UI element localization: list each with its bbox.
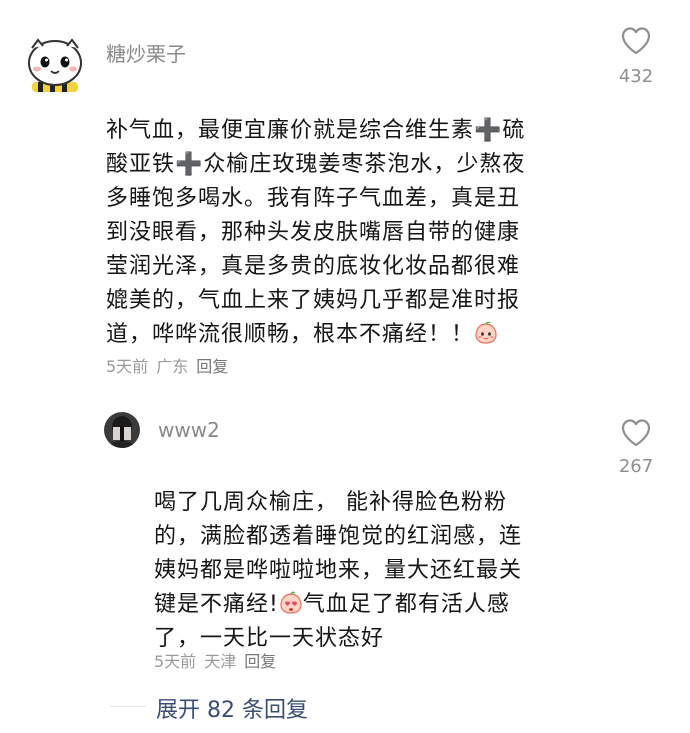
comment-text-body: 补气血，最便宜廉价就是综合维生素➕硫 酸亚铁➕众榆庄玫瑰姜枣茶泡水，少熬夜 多睡… (106, 118, 526, 347)
comment-time: 5天前 (154, 652, 197, 671)
reply-button[interactable]: 回复 (244, 652, 276, 671)
like-count: 267 (618, 456, 654, 477)
like-button[interactable] (620, 418, 652, 448)
like-button[interactable] (620, 26, 652, 56)
comment-time: 5天前 (106, 357, 149, 376)
peach-heart-eyes-emoji (280, 591, 302, 614)
smiling-peach-emoji (475, 321, 497, 344)
avatar[interactable] (104, 412, 140, 448)
reply-button[interactable]: 回复 (196, 357, 228, 376)
heart-icon (621, 27, 651, 55)
like-count: 432 (618, 66, 654, 87)
comment-location: 广东 (156, 357, 189, 376)
comment-2: www2 喝了几周众榆庄， 能补得脸色粉粉 的，满脸都透着睡饱觉的红润感，连 姨… (0, 400, 690, 680)
comment-meta: 5天前 天津 回复 (154, 648, 284, 672)
expand-divider (110, 706, 146, 707)
username[interactable]: www2 (158, 418, 220, 442)
comment-meta: 5天前 广东 回复 (106, 353, 236, 377)
heart-icon (621, 419, 651, 447)
avatar[interactable] (26, 36, 84, 94)
cat-avatar-icon (28, 38, 82, 92)
user-photo-avatar-icon (104, 412, 140, 448)
comment-location: 天津 (204, 652, 237, 671)
comment-text: 喝了几周众榆庄， 能补得脸色粉粉 的，满脸都透着睡饱觉的红润感，连 姨妈都是哗啦… (154, 452, 594, 656)
username[interactable]: 糖炒栗子 (106, 38, 186, 67)
comment-1: 糖炒栗子 补气血，最便宜廉价就是综合维生素➕硫 酸亚铁➕众榆庄玫瑰姜枣茶泡水，少… (0, 0, 690, 390)
comment-text: 补气血，最便宜廉价就是综合维生素➕硫 酸亚铁➕众榆庄玫瑰姜枣茶泡水，少熬夜 多睡… (106, 80, 596, 352)
expand-replies-button[interactable]: 展开 82 条回复 (156, 692, 308, 724)
